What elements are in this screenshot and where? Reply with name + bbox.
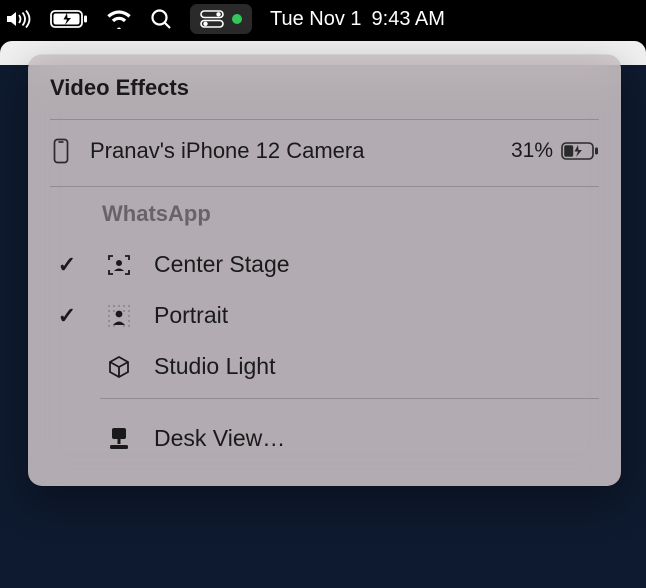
- effect-portrait[interactable]: ✓ Portrait: [50, 290, 599, 341]
- macos-menubar: Tue Nov 1 9:43 AM: [0, 0, 646, 38]
- divider: [50, 186, 599, 187]
- menubar-time: 9:43 AM: [372, 8, 445, 31]
- effect-center-stage[interactable]: ✓ Center Stage: [50, 239, 599, 290]
- effect-label: Portrait: [154, 302, 228, 329]
- popover-title: Video Effects: [50, 75, 599, 101]
- wifi-icon[interactable]: [106, 9, 132, 29]
- volume-icon[interactable]: [4, 9, 32, 29]
- control-center-icon[interactable]: [190, 4, 252, 34]
- effect-label: Center Stage: [154, 251, 290, 278]
- portrait-icon: [102, 303, 136, 329]
- effect-label: Studio Light: [154, 353, 275, 380]
- menubar-date: Tue Nov 1: [270, 8, 362, 31]
- battery-charging-icon: [561, 142, 599, 160]
- menubar-clock[interactable]: Tue Nov 1 9:43 AM: [270, 8, 445, 31]
- camera-in-use-indicator: [232, 14, 242, 24]
- battery-percent: 31%: [511, 139, 553, 163]
- iphone-icon: [50, 138, 72, 164]
- search-icon[interactable]: [150, 8, 172, 30]
- battery-charging-icon[interactable]: [50, 10, 88, 28]
- divider: [100, 398, 599, 399]
- divider: [50, 119, 599, 120]
- center-stage-icon: [102, 252, 136, 278]
- desk-view-label: Desk View…: [154, 425, 285, 452]
- studio-light-icon: [102, 354, 136, 380]
- video-effects-popover: Video Effects Pranav's iPhone 12 Camera …: [28, 55, 621, 486]
- checkmark-icon: ✓: [50, 252, 84, 278]
- app-section-label: WhatsApp: [102, 201, 599, 227]
- checkmark-icon: ✓: [50, 303, 84, 329]
- desk-view-icon: [102, 427, 136, 451]
- effect-studio-light[interactable]: Studio Light: [50, 341, 599, 392]
- device-name: Pranav's iPhone 12 Camera: [90, 138, 493, 164]
- desk-view-item[interactable]: Desk View…: [50, 413, 599, 464]
- continuity-camera-device-row[interactable]: Pranav's iPhone 12 Camera 31%: [50, 134, 599, 180]
- device-battery: 31%: [511, 139, 599, 163]
